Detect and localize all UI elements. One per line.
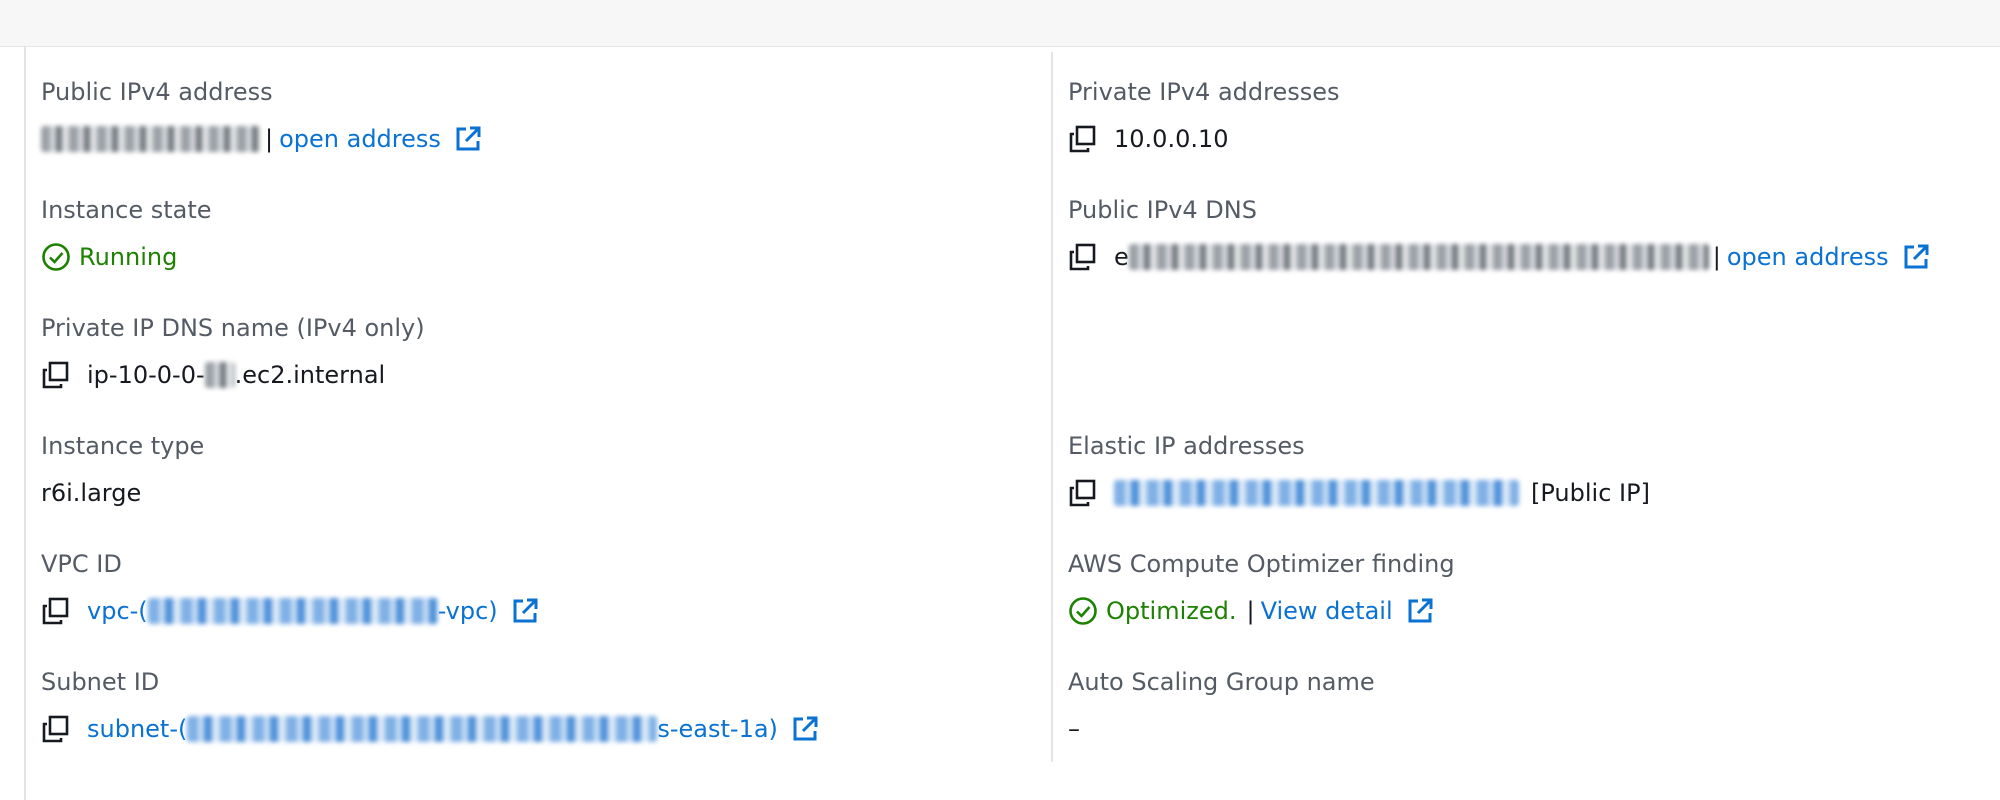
private-ipv4-field: Private IPv4 addresses 10.0.0.10 <box>1068 77 1340 153</box>
external-link-icon[interactable] <box>510 596 540 626</box>
elastic-ip-field: Elastic IP addresses [Public IP] <box>1068 431 1650 507</box>
instance-type-value: r6i.large <box>41 479 142 507</box>
private-dns-suffix: .ec2.internal <box>234 361 386 389</box>
redacted-public-ip <box>41 126 261 152</box>
subnet-id-link-suffix[interactable]: s-east-1a) <box>657 715 778 743</box>
instance-state-field: Instance state Running <box>41 195 212 271</box>
vpc-id-field: VPC ID vpc-( -vpc) <box>41 549 538 625</box>
public-dns-label: Public IPv4 DNS <box>1068 196 1257 224</box>
public-ipv4-label: Public IPv4 address <box>41 78 273 106</box>
private-ipv4-label: Private IPv4 addresses <box>1068 78 1340 106</box>
open-address-link[interactable]: open address <box>1727 243 1889 271</box>
instance-type-field: Instance type r6i.large <box>41 431 205 507</box>
private-dns-field: Private IP DNS name (IPv4 only) ip-10-0-… <box>41 313 425 389</box>
copy-icon[interactable] <box>1068 124 1098 154</box>
auto-scaling-label: Auto Scaling Group name <box>1068 668 1375 696</box>
column-divider <box>1051 52 1053 762</box>
copy-icon[interactable] <box>41 596 71 626</box>
subnet-id-label: Subnet ID <box>41 668 160 696</box>
compute-optimizer-label: AWS Compute Optimizer finding <box>1068 550 1455 578</box>
redacted-vpc-id <box>147 598 438 624</box>
vpc-id-link-prefix[interactable]: vpc-( <box>87 597 148 625</box>
external-link-icon[interactable] <box>1901 242 1931 272</box>
external-link-icon[interactable] <box>453 124 483 154</box>
open-address-link[interactable]: open address <box>279 125 441 153</box>
elastic-ip-label: Elastic IP addresses <box>1068 432 1305 460</box>
private-ipv4-text: 10.0.0.10 <box>1114 125 1229 153</box>
vpc-id-value: vpc-( -vpc) <box>41 594 540 628</box>
private-dns-value: ip-10-0-0- .ec2.internal <box>41 358 385 392</box>
copy-icon[interactable] <box>41 714 71 744</box>
instance-state-label: Instance state <box>41 196 212 224</box>
redacted-subnet-id <box>187 716 658 742</box>
public-dns-value: e | open address <box>1068 240 1931 274</box>
copy-icon[interactable] <box>41 360 71 390</box>
elastic-ip-value: [Public IP] <box>1068 476 1650 510</box>
separator: | <box>1712 243 1721 271</box>
compute-optimizer-field: AWS Compute Optimizer finding Optimized.… <box>1068 549 1455 625</box>
redacted-octet <box>204 362 235 388</box>
private-dns-prefix: ip-10-0-0- <box>87 361 205 389</box>
left-border <box>24 46 26 800</box>
success-check-icon <box>1069 597 1097 625</box>
panel-top-bar <box>0 0 2000 47</box>
private-dns-label: Private IP DNS name (IPv4 only) <box>41 314 425 342</box>
subnet-id-field: Subnet ID subnet-( s-east-1a) <box>41 667 818 743</box>
redacted-public-dns <box>1128 244 1709 270</box>
separator: | <box>265 125 274 153</box>
external-link-icon[interactable] <box>790 714 820 744</box>
auto-scaling-value: – <box>1068 715 1080 743</box>
vpc-id-label: VPC ID <box>41 550 122 578</box>
public-ipv4-value: | open address <box>41 122 483 156</box>
separator: | <box>1246 597 1255 625</box>
external-link-icon[interactable] <box>1405 596 1435 626</box>
public-dns-prefix: e <box>1114 243 1129 271</box>
private-ipv4-value: 10.0.0.10 <box>1068 122 1229 156</box>
instance-state-text: Running <box>79 243 178 271</box>
elastic-ip-suffix: [Public IP] <box>1531 479 1650 507</box>
auto-scaling-field: Auto Scaling Group name – <box>1068 667 1375 743</box>
view-detail-link[interactable]: View detail <box>1261 597 1393 625</box>
success-check-icon <box>42 243 70 271</box>
redacted-elastic-ip-link[interactable] <box>1114 480 1519 506</box>
public-ipv4-field: Public IPv4 address | open address <box>41 77 481 153</box>
instance-state-value: Running <box>41 240 177 274</box>
public-dns-field: Public IPv4 DNS e | open address <box>1068 195 1929 271</box>
instance-type-label: Instance type <box>41 432 205 460</box>
vpc-id-link-suffix[interactable]: -vpc) <box>438 597 498 625</box>
optimizer-status-text: Optimized. <box>1106 597 1237 625</box>
subnet-id-value: subnet-( s-east-1a) <box>41 712 820 746</box>
compute-optimizer-value: Optimized. | View detail <box>1068 594 1435 628</box>
subnet-id-link-prefix[interactable]: subnet-( <box>87 715 187 743</box>
copy-icon[interactable] <box>1068 478 1098 508</box>
copy-icon[interactable] <box>1068 242 1098 272</box>
